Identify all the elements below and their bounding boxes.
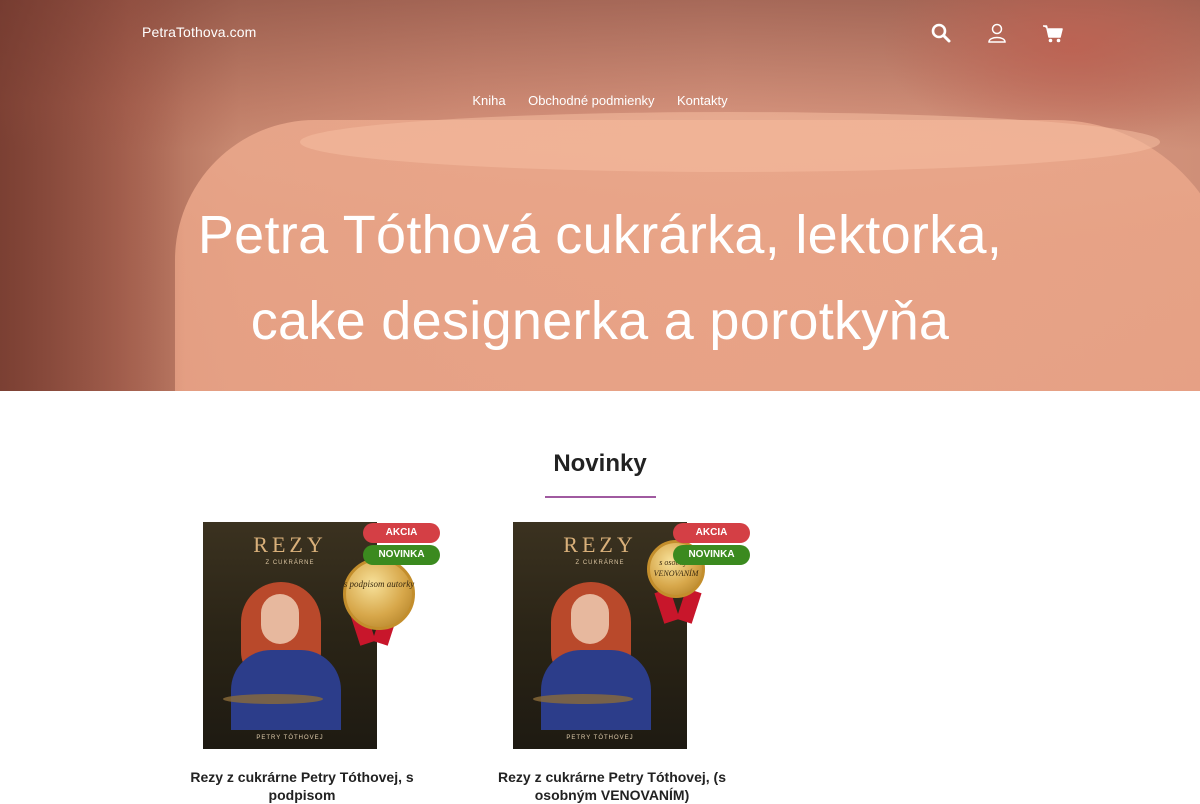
- cover-title: REZY: [253, 532, 327, 557]
- product-cover-image[interactable]: REZY Z CUKRÁRNE PETRY TÓTHOVEJ: [203, 522, 377, 749]
- section-divider: [545, 496, 656, 498]
- hero-cake-rim: [300, 112, 1160, 172]
- nav-item-kontakty[interactable]: Kontakty: [677, 93, 728, 108]
- hero-banner: PetraTothova.com Kniha Obchodné podmienk…: [0, 0, 1200, 391]
- cover-person-body: [541, 650, 651, 730]
- cover-person-body: [231, 650, 341, 730]
- cart-icon[interactable]: [1042, 22, 1064, 44]
- product-title-line2: podpisom: [268, 787, 336, 803]
- product-title-link[interactable]: Rezy z cukrárne Petry Tóthovej, s podpis…: [167, 768, 437, 804]
- hero-title-line1: Petra Tóthová cukrárka, lektorka,: [197, 205, 1003, 265]
- sale-badge: AKCIA: [673, 523, 750, 543]
- cover-person-face: [571, 594, 609, 644]
- brand-logo-link[interactable]: PetraTothova.com: [142, 24, 256, 40]
- cover-table: [223, 694, 323, 704]
- product-title-line2: osobným VENOVANÍM): [534, 787, 690, 803]
- signature-seal: s podpisom autorky: [343, 558, 415, 630]
- cover-author: PETRY TÓTHOVEJ: [566, 735, 634, 741]
- section-title: Novinky: [553, 450, 647, 477]
- top-bar: PetraTothova.com: [0, 0, 1200, 66]
- search-icon[interactable]: [930, 22, 952, 44]
- user-icon[interactable]: [986, 22, 1008, 44]
- header-icons: [930, 22, 1064, 44]
- nav-item-obchodne-podmienky[interactable]: Obchodné podmienky: [528, 93, 654, 108]
- hero-title: Petra Tóthová cukrárka, lektorka, cake d…: [100, 192, 1100, 364]
- cover-person-face: [261, 594, 299, 644]
- product-title-line1: Rezy z cukrárne Petry Tóthovej, s: [190, 769, 414, 785]
- cover-table: [533, 694, 633, 704]
- product-title-line1: Rezy z cukrárne Petry Tóthovej, (s: [498, 769, 726, 785]
- hero-title-line2: cake designerka a porotkyňa: [250, 291, 950, 351]
- new-badge: NOVINKA: [673, 545, 750, 565]
- nav-item-kniha[interactable]: Kniha: [472, 93, 505, 108]
- main-nav: Kniha Obchodné podmienky Kontakty: [0, 92, 1200, 110]
- seal-text: s podpisom autorky: [343, 579, 415, 589]
- product-title-link[interactable]: Rezy z cukrárne Petry Tóthovej, (s osobn…: [477, 768, 747, 804]
- sale-badge: AKCIA: [363, 523, 440, 543]
- cover-subtitle: Z CUKRÁRNE: [265, 560, 315, 566]
- new-badge: NOVINKA: [363, 545, 440, 565]
- cover-author: PETRY TÓTHOVEJ: [256, 735, 324, 741]
